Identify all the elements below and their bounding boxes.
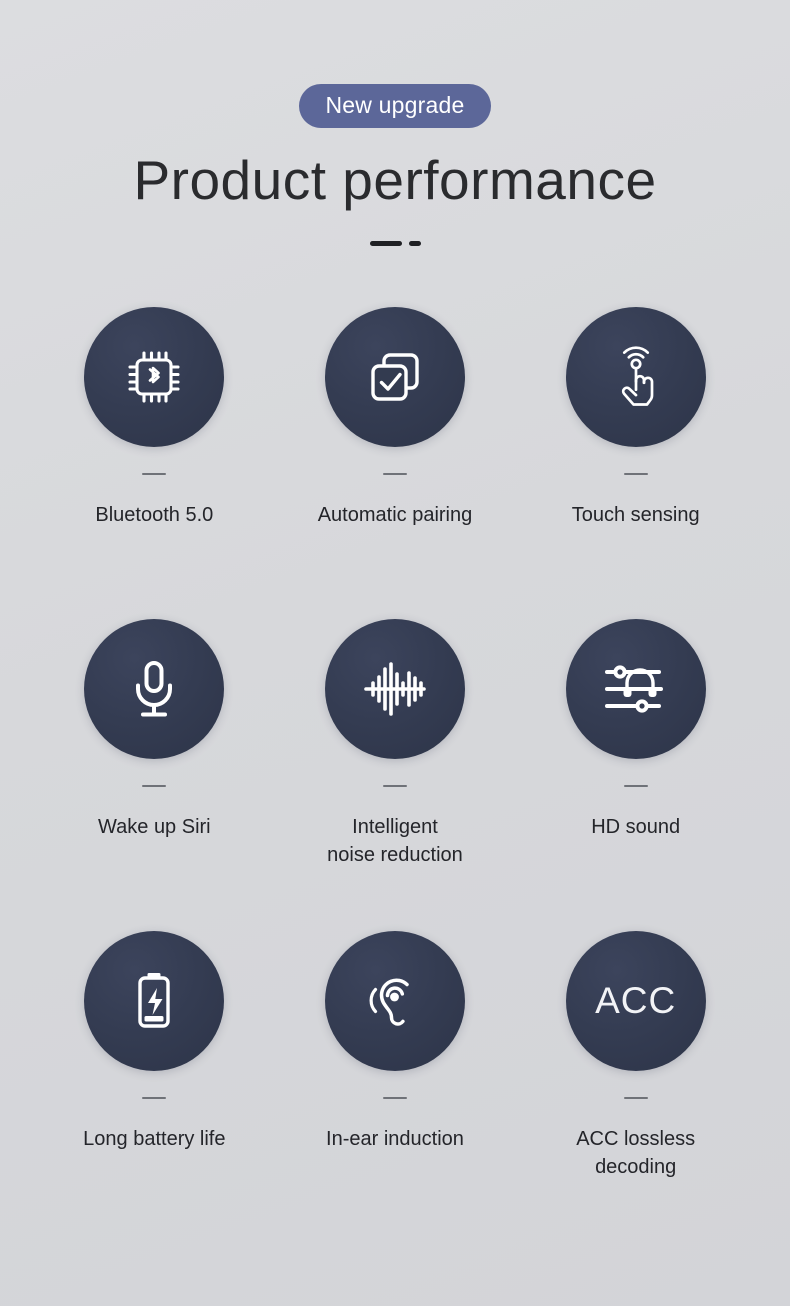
feature-label: Automatic pairing: [317, 503, 473, 526]
title-divider-long-dash: [369, 241, 402, 247]
feature-label: Touch sensing: [571, 503, 700, 526]
feature-label: ACC lossless decoding: [576, 1127, 696, 1179]
feature-item-automatic-pairing: Automatic pairing: [275, 306, 516, 619]
battery-charging-icon: [121, 968, 187, 1034]
feature-divider: [382, 784, 407, 787]
feature-divider: [382, 1096, 407, 1099]
feature-divider: [623, 784, 648, 787]
feature-label: Long battery life: [83, 1127, 226, 1150]
feature-item-long-battery-life: Long battery life: [34, 930, 275, 1243]
feature-item-hd-sound: HD sound: [515, 618, 756, 931]
feature-label: In-ear induction: [326, 1127, 464, 1150]
feature-divider: [623, 1096, 648, 1099]
feature-icon-circle: [324, 930, 465, 1071]
feature-divider: [142, 784, 167, 787]
title-divider-short-dash: [408, 241, 421, 247]
feature-icon-circle: [324, 306, 465, 447]
microphone-icon: [119, 654, 189, 724]
title-divider: [0, 237, 790, 251]
feature-grid: Bluetooth 5.0 Automatic pairing Touch se…: [0, 306, 790, 1243]
feature-icon-circle: [84, 306, 225, 447]
feature-icon-circle: ACC: [565, 930, 706, 1071]
feature-item-bluetooth: Bluetooth 5.0: [34, 306, 275, 619]
feature-label: Bluetooth 5.0: [95, 503, 214, 526]
feature-item-wake-up-siri: Wake up Siri: [34, 618, 275, 931]
new-upgrade-badge: New upgrade: [299, 84, 491, 129]
stacked-squares-check-icon: [360, 342, 430, 412]
acc-text-icon: ACC: [595, 980, 677, 1022]
feature-icon-circle: [324, 618, 465, 759]
feature-icon-circle: [84, 618, 225, 759]
feature-divider: [142, 472, 167, 475]
feature-divider: [623, 472, 648, 475]
bluetooth-chip-icon: [118, 341, 190, 413]
feature-icon-circle: [565, 618, 706, 759]
page-title: Product performance: [133, 149, 657, 212]
feature-label: Intelligent noise reduction: [327, 815, 463, 867]
feature-item-touch-sensing: Touch sensing: [515, 306, 756, 619]
audio-waveform-icon: [358, 652, 432, 726]
ear-induction-icon: [360, 966, 430, 1036]
feature-item-noise-reduction: Intelligent noise reduction: [275, 618, 516, 931]
equalizer-headphone-icon: [599, 652, 673, 726]
feature-label: Wake up Siri: [98, 815, 211, 838]
feature-item-acc-lossless-decoding: ACC ACC lossless decoding: [515, 930, 756, 1243]
feature-divider: [382, 472, 407, 475]
page-header: New upgrade Product performance: [0, 0, 790, 251]
feature-icon-circle: [565, 306, 706, 447]
touch-hand-icon: [600, 341, 672, 413]
product-performance-infographic: { "header": { "badge_label": "New upgrad…: [0, 0, 790, 1306]
feature-icon-circle: [84, 930, 225, 1071]
feature-divider: [142, 1096, 167, 1099]
feature-item-in-ear-induction: In-ear induction: [275, 930, 516, 1243]
feature-label: HD sound: [591, 815, 681, 838]
